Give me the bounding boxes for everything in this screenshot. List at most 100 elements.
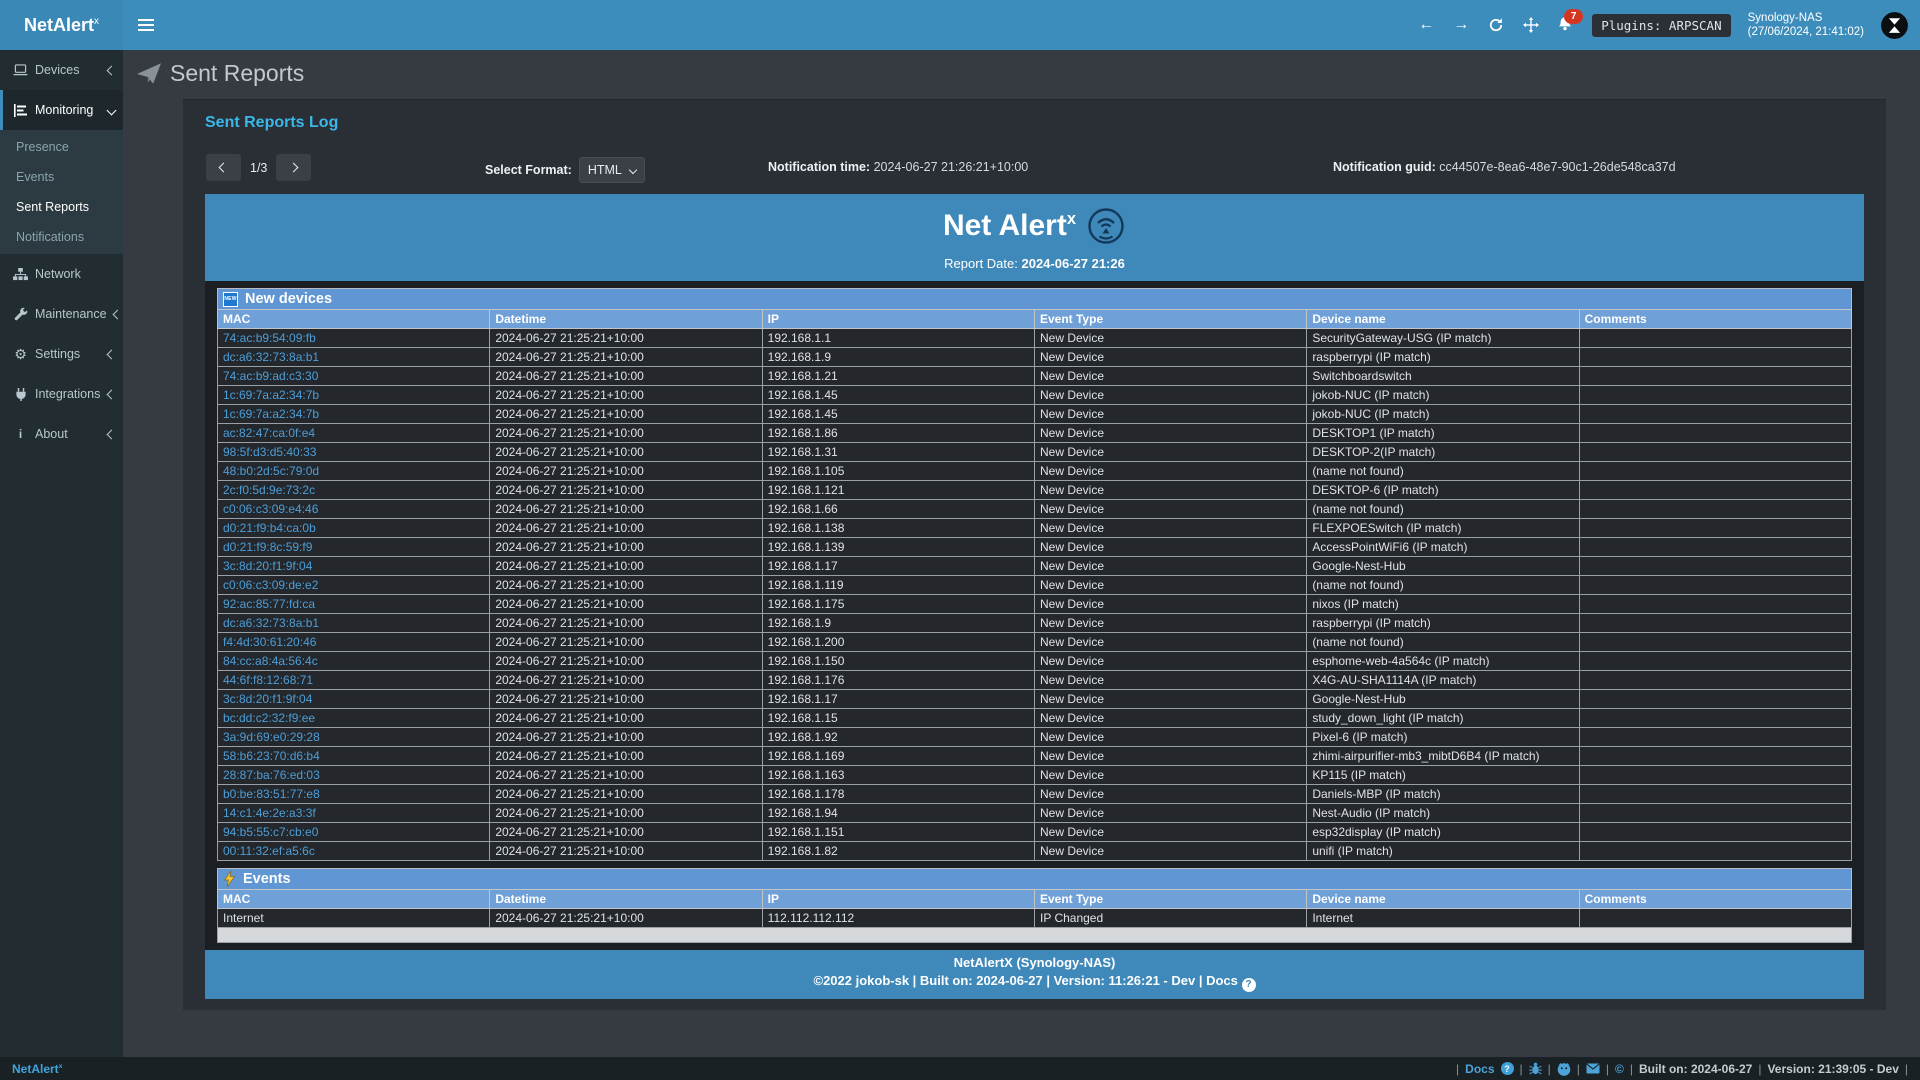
docs-question-icon[interactable]: ? [1501, 1062, 1514, 1075]
built-on-text: Built on: 2024-06-27 [1639, 1062, 1752, 1076]
box-title: Sent Reports Log [205, 114, 1864, 132]
docs-question-icon[interactable]: ? [1242, 978, 1256, 992]
cell-ip: 192.168.1.200 [762, 633, 1034, 652]
cell-comments [1579, 690, 1851, 709]
cell-datetime: 2024-06-27 21:25:21+10:00 [490, 519, 762, 538]
new-devices-icon: NEW [223, 292, 238, 307]
mac-link[interactable]: 3c:8d:20:f1:9f:04 [223, 559, 312, 573]
plugins-status-chip[interactable]: Plugins: ARPSCAN [1592, 14, 1730, 37]
cell-datetime: 2024-06-27 21:25:21+10:00 [490, 500, 762, 519]
sidebar-item-network[interactable]: Network [0, 254, 123, 294]
brand-logo[interactable]: NetAlertx [0, 0, 123, 50]
empty-cell [218, 928, 1852, 943]
docs-link[interactable]: Docs [1465, 1062, 1494, 1076]
cell-mac: ac:82:47:ca:0f:e4 [218, 424, 490, 443]
mac-link[interactable]: bc:dd:c2:32:f9:ee [223, 711, 315, 725]
mac-link[interactable]: dc:a6:32:73:8a:b1 [223, 350, 319, 364]
format-select[interactable]: HTML [579, 157, 645, 183]
mac-link[interactable]: 00:11:32:ef:a5:6c [223, 844, 315, 858]
mac-link[interactable]: c0:06:c3:09:e4:46 [223, 502, 318, 516]
cell-device-name: Daniels-MBP (IP match) [1307, 785, 1579, 804]
cell-datetime: 2024-06-27 21:25:21+10:00 [490, 766, 762, 785]
nav-forward-icon[interactable]: → [1452, 16, 1470, 34]
mac-link[interactable]: b0:be:83:51:77:e8 [223, 787, 320, 801]
cell-datetime: 2024-06-27 21:25:21+10:00 [490, 823, 762, 842]
mac-link[interactable]: dc:a6:32:73:8a:b1 [223, 616, 319, 630]
cell-mac: 92:ac:85:77:fd:ca [218, 595, 490, 614]
cell-ip: 192.168.1.66 [762, 500, 1034, 519]
sidebar-item-devices[interactable]: Devices [0, 50, 123, 90]
cell-ip: 192.168.1.92 [762, 728, 1034, 747]
mac-link[interactable]: 3a:9d:69:e0:29:28 [223, 730, 320, 744]
mac-link[interactable]: 74:ac:b9:ad:c3:30 [223, 369, 318, 383]
mac-link[interactable]: 58:b6:23:70:d6:b4 [223, 749, 320, 763]
sidebar-toggle-button[interactable] [123, 0, 169, 50]
mac-link[interactable]: 1c:69:7a:a2:34:7b [223, 407, 319, 421]
mac-link[interactable]: d0:21:f9:b4:ca:0b [223, 521, 316, 535]
statusbar-brand[interactable]: NetAlertx [12, 1062, 62, 1076]
cell-device-name: AccessPointWiFi6 (IP match) [1307, 538, 1579, 557]
cell-datetime: 2024-06-27 21:25:21+10:00 [490, 405, 762, 424]
move-icon[interactable] [1522, 16, 1540, 34]
cell-event-type: New Device [1034, 842, 1306, 861]
cell-event-type: New Device [1034, 652, 1306, 671]
sidebar-item-label: Network [35, 267, 81, 281]
mac-link[interactable]: f4:4d:30:61:20:46 [223, 635, 316, 649]
sidebar-item-presence[interactable]: Presence [0, 132, 123, 162]
mac-link[interactable]: 2c:f0:5d:9e:73:2c [223, 483, 315, 497]
user-avatar[interactable] [1881, 12, 1908, 39]
table-row: 1c:69:7a:a2:34:7b 2024-06-27 21:25:21+10:… [218, 405, 1852, 424]
chevron-left-icon [107, 349, 117, 359]
mac-link[interactable]: c0:06:c3:09:de:e2 [223, 578, 318, 592]
mac-link[interactable]: 1c:69:7a:a2:34:7b [223, 388, 319, 402]
prev-page-button[interactable] [206, 154, 241, 181]
table-row: ac:82:47:ca:0f:e42024-06-27 21:25:21+10:… [218, 424, 1852, 443]
sidebar-item-sent-reports[interactable]: Sent Reports [0, 192, 123, 222]
sidebar-item-about[interactable]: i About [0, 414, 123, 454]
cell-mac: 28:87:ba:76:ed:03 [218, 766, 490, 785]
sidebar-item-integrations[interactable]: Integrations [0, 374, 123, 414]
sidebar-item-settings[interactable]: ⚙ Settings [0, 334, 123, 374]
mac-link[interactable]: 98:5f:d3:d5:40:33 [223, 445, 316, 459]
sidebar-item-maintenance[interactable]: Maintenance [0, 294, 123, 334]
cell-mac: 94:b5:55:c7:cb:e0 [218, 823, 490, 842]
mac-link[interactable]: 92:ac:85:77:fd:ca [223, 597, 315, 611]
sidebar-item-monitoring[interactable]: Monitoring [0, 90, 123, 130]
github-icon[interactable] [1557, 1062, 1571, 1076]
mac-link[interactable]: d0:21:f9:8c:59:f9 [223, 540, 312, 554]
next-page-button[interactable] [276, 154, 311, 181]
cell-mac: 98:5f:d3:d5:40:33 [218, 443, 490, 462]
cell-event-type: New Device [1034, 424, 1306, 443]
cell-ip: 192.168.1.121 [762, 481, 1034, 500]
cell-datetime: 2024-06-27 21:25:21+10:00 [490, 576, 762, 595]
cell-ip: 192.168.1.17 [762, 557, 1034, 576]
cell-ip: 192.168.1.169 [762, 747, 1034, 766]
sidebar-item-events[interactable]: Events [0, 162, 123, 192]
mac-link[interactable]: 94:b5:55:c7:cb:e0 [223, 825, 318, 839]
sidebar-item-notifications[interactable]: Notifications [0, 222, 123, 252]
mac-link[interactable]: 44:6f:f8:12:68:71 [223, 673, 313, 687]
mac-link[interactable]: 84:cc:a8:4a:56:4c [223, 654, 318, 668]
cell-ip: 192.168.1.178 [762, 785, 1034, 804]
nav-back-icon[interactable]: ← [1417, 16, 1435, 34]
table-row: b0:be:83:51:77:e82024-06-27 21:25:21+10:… [218, 785, 1852, 804]
refresh-icon[interactable] [1487, 16, 1505, 34]
cell-device-name: (name not found) [1307, 576, 1579, 595]
cell-mac: 74:ac:b9:54:09:fb [218, 329, 490, 348]
cell-comments [1579, 652, 1851, 671]
page-indicator: 1/3 [250, 161, 267, 175]
sidebar: Devices Monitoring Presence Events Sent … [0, 50, 123, 1057]
mac-link[interactable]: 74:ac:b9:54:09:fb [223, 331, 316, 345]
mac-link[interactable]: 28:87:ba:76:ed:03 [223, 768, 320, 782]
mac-link[interactable]: 48:b0:2d:5c:79:0d [223, 464, 319, 478]
copyright-icon[interactable]: © [1615, 1062, 1624, 1076]
cell-mac: d0:21:f9:b4:ca:0b [218, 519, 490, 538]
notifications-bell-icon[interactable]: 7 [1557, 16, 1575, 34]
cell-comments [1579, 405, 1851, 424]
cell-event-type: New Device [1034, 519, 1306, 538]
mail-icon[interactable] [1586, 1063, 1600, 1074]
mac-link[interactable]: ac:82:47:ca:0f:e4 [223, 426, 315, 440]
mac-link[interactable]: 14:c1:4e:2e:a3:3f [223, 806, 316, 820]
mac-link[interactable]: 3c:8d:20:f1:9f:04 [223, 692, 312, 706]
bug-report-icon[interactable] [1529, 1062, 1542, 1075]
